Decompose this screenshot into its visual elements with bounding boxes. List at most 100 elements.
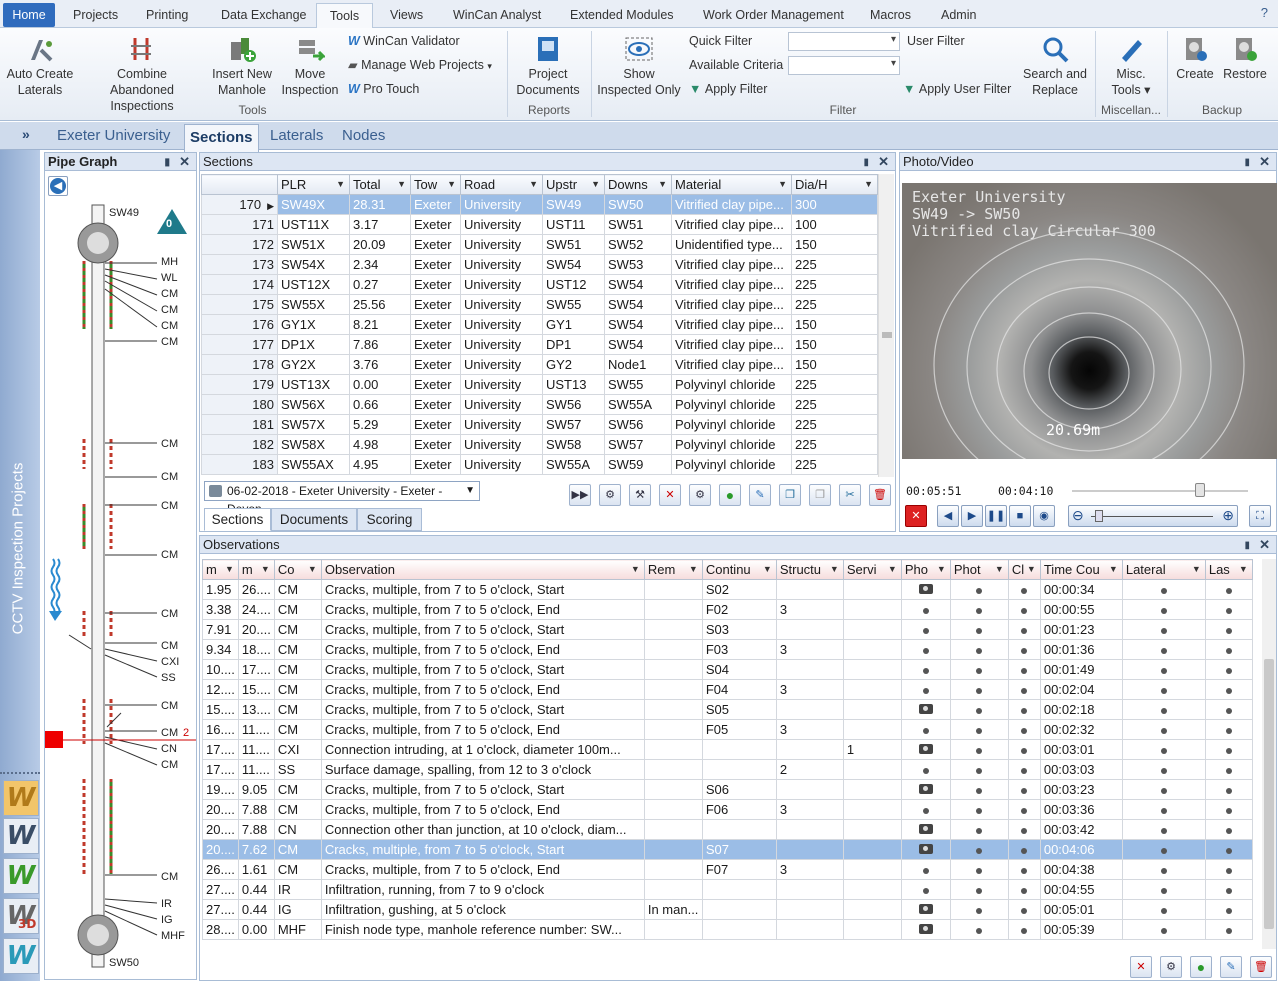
obs-label[interactable]: CM	[161, 549, 178, 561]
obs-label[interactable]: CM	[161, 336, 178, 348]
column-header[interactable]: Las ▼	[1204, 559, 1253, 580]
snapshot-button[interactable]: ◉	[1033, 505, 1055, 527]
column-header[interactable]: Phot ▼	[949, 559, 1009, 580]
obs-label[interactable]: WL	[161, 272, 178, 284]
table-row[interactable]: 15.... 13.... CM Cracks, multiple, from 7 t…	[202, 699, 1253, 720]
column-header[interactable]: PLR ▼	[277, 174, 350, 195]
project-select[interactable]: 06-02-2018 - Exeter University - Exeter …	[204, 481, 480, 516]
table-row[interactable]: 7.91 20.... CM Cracks, multiple, from 7 to …	[202, 619, 1253, 640]
filter-icon[interactable]: ▼	[995, 564, 1004, 574]
zoom-thumb[interactable]	[1095, 510, 1103, 522]
manage-web-projects-button[interactable]: ▰ Manage Web Projects ▾	[348, 57, 492, 74]
filter-icon[interactable]: ▼	[447, 179, 456, 189]
pin-icon[interactable]: ▮	[1244, 537, 1250, 554]
camera-icon[interactable]	[918, 744, 933, 754]
help-icon[interactable]: ?	[1261, 5, 1268, 20]
subtab-documents[interactable]: Documents	[271, 508, 357, 531]
table-row[interactable]: 178 GY2X 3.76 Exeter University GY2 Node1 Vitri…	[201, 354, 878, 375]
backup-restore-button[interactable]: Restore	[1220, 34, 1270, 82]
obs-label[interactable]: SS	[161, 672, 176, 684]
table-row[interactable]: 182 SW58X 4.98 Exeter University SW58 SW57 Poly…	[201, 434, 878, 455]
table-row[interactable]: 183 SW55AX 4.95 Exeter University SW55A SW59 Po…	[201, 454, 878, 475]
table-row[interactable]: 10.... 17.... CM Cracks, multiple, from 7 t…	[202, 659, 1253, 680]
filter-icon[interactable]: ▼	[397, 179, 406, 189]
quick-filter-combo[interactable]	[788, 32, 900, 51]
table-row[interactable]: 12.... 15.... CM Cracks, multiple, from 7 t…	[202, 679, 1253, 700]
column-header[interactable]: Continu ▼	[701, 559, 777, 580]
camera-icon[interactable]	[918, 704, 933, 714]
table-row[interactable]: 171 UST11X 3.17 Exeter University UST11 SW51 Vi…	[201, 214, 878, 235]
obs-label[interactable]: CM	[161, 640, 178, 652]
tab-laterals[interactable]: Laterals	[270, 127, 323, 144]
cut-section-button[interactable]: ✂	[839, 484, 861, 506]
subtab-scoring[interactable]: Scoring	[357, 508, 422, 531]
available-criteria-combo[interactable]	[788, 56, 900, 75]
sections-scrollbar[interactable]	[878, 174, 894, 477]
table-row[interactable]: 179 UST13X 0.00 Exeter University UST13 SW55 Po…	[201, 374, 878, 395]
filter-icon[interactable]: ▼	[529, 179, 538, 189]
obs-label[interactable]: CM	[161, 304, 178, 316]
table-row[interactable]: 17.... 11.... CXI Connection intruding, at …	[202, 739, 1253, 760]
video-seek-slider[interactable]	[1072, 483, 1248, 497]
zoom-in-icon[interactable]: ⊕	[1222, 507, 1234, 524]
obs-label[interactable]: CXI	[161, 656, 179, 668]
tab-projects[interactable]: Projects	[73, 3, 118, 28]
filter-icon[interactable]: ▼	[225, 564, 234, 574]
obs-label[interactable]: CM	[161, 438, 178, 450]
filter-icon[interactable]: ▼	[830, 564, 839, 574]
pin-icon[interactable]: ▮	[863, 154, 869, 171]
wincan-validator-button[interactable]: W WinCan Validator	[348, 33, 460, 49]
backup-create-button[interactable]: Create	[1170, 34, 1220, 82]
stop-button[interactable]: ■	[1009, 505, 1031, 527]
edit-observation-button[interactable]: ✎	[1220, 956, 1242, 978]
table-row[interactable]: 20.... 7.88 CM Cracks, multiple, from 7 to …	[202, 799, 1253, 820]
obs-label[interactable]: CM	[161, 700, 178, 712]
column-header[interactable]: Cl ▼	[1007, 559, 1041, 580]
wincan-orange-icon[interactable]: W	[3, 780, 39, 816]
filter-icon[interactable]: ▼	[261, 564, 270, 574]
delete-section-button[interactable]: 🗑	[869, 484, 891, 506]
table-row[interactable]: 20.... 7.62 CM Cracks, multiple, from 7 to …	[202, 839, 1253, 860]
tab-sections[interactable]: Sections	[184, 124, 259, 152]
obs-label[interactable]: CM	[161, 500, 178, 512]
pin-icon[interactable]: ▮	[164, 154, 170, 171]
camera-icon[interactable]	[918, 844, 933, 854]
table-row[interactable]: 27.... 0.44 IR Infiltration, running, from …	[202, 879, 1253, 900]
prev-frame-button[interactable]: ◀	[937, 505, 959, 527]
column-header[interactable]: Total ▼	[349, 174, 411, 195]
zoom-out-icon[interactable]: ⊖	[1072, 507, 1084, 524]
filter-icon[interactable]: ▼	[1027, 564, 1036, 574]
column-header[interactable]: Downs ▼	[604, 174, 672, 195]
tools-button[interactable]: ⚙	[689, 484, 711, 506]
obs-label[interactable]: MH	[161, 256, 178, 268]
tab-work-order-management[interactable]: Work Order Management	[703, 3, 844, 28]
insert-new-manhole-button[interactable]: Insert New Manhole	[210, 34, 274, 98]
column-header[interactable]: Road ▼	[460, 174, 543, 195]
fullscreen-button[interactable]: ⛶	[1249, 505, 1271, 527]
camera-icon[interactable]	[918, 924, 933, 934]
column-header[interactable]: m ▼	[237, 559, 275, 580]
obs-label[interactable]: MHF	[161, 930, 185, 942]
scroll-thumb[interactable]	[882, 332, 892, 338]
edit-section-button[interactable]: ✎	[749, 484, 771, 506]
filter-icon[interactable]: ▼	[308, 564, 317, 574]
camera-icon[interactable]	[918, 584, 933, 594]
filter-icon[interactable]: ▼	[1109, 564, 1118, 574]
tab-macros[interactable]: Macros	[870, 3, 911, 28]
add-section-button[interactable]: ●	[719, 484, 741, 506]
filter-icon[interactable]: ▼	[888, 564, 897, 574]
close-icon[interactable]: ✕	[1259, 153, 1270, 170]
filter-icon[interactable]: ▼	[1239, 564, 1248, 574]
expand-chevron-icon[interactable]: »	[22, 126, 30, 142]
pin-icon[interactable]: ▮	[1244, 154, 1250, 171]
apply-user-filter-button[interactable]: ▼ Apply User Filter	[903, 81, 1011, 97]
column-header[interactable]: Lateral ▼	[1121, 559, 1206, 580]
cctv-projects-label[interactable]: CCTV Inspection Projects	[10, 459, 27, 639]
column-header[interactable]: Observation ▼	[320, 559, 645, 580]
close-icon[interactable]: ✕	[1259, 536, 1270, 553]
table-row[interactable]: 20.... 7.88 CN Connection other than juncti…	[202, 819, 1253, 840]
table-row[interactable]: 16.... 11.... CM Cracks, multiple, from 7 t…	[202, 719, 1253, 740]
column-header[interactable]: m ▼	[202, 559, 239, 580]
filter-icon[interactable]: ▼	[763, 564, 772, 574]
tab-views[interactable]: Views	[390, 3, 423, 28]
